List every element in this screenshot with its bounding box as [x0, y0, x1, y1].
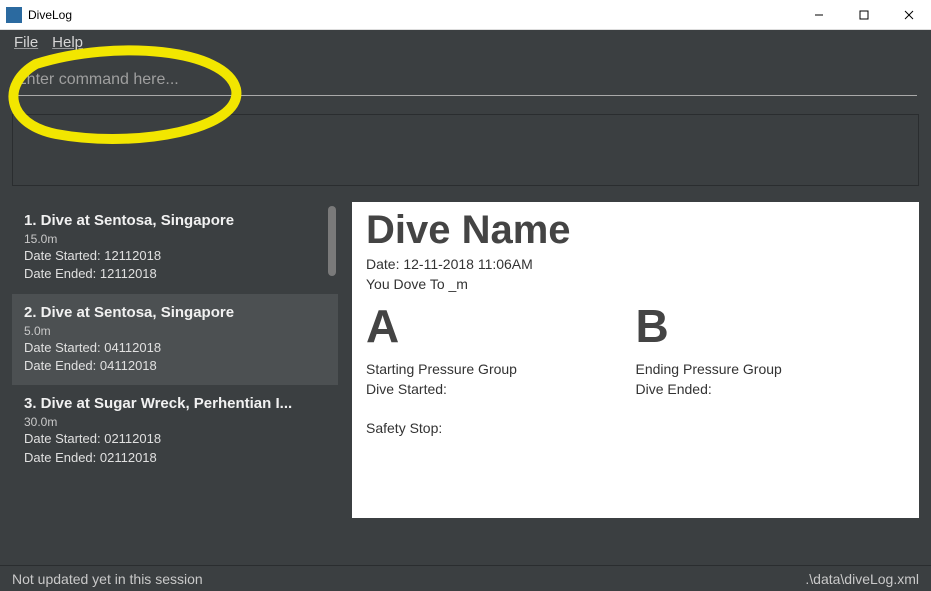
dive-started: Dive Started:	[366, 379, 636, 399]
content: 1. Dive at Sentosa, Singapore 15.0m Date…	[0, 194, 931, 518]
list-item-title: 3. Dive at Sugar Wreck, Perhentian I...	[24, 395, 326, 412]
menu-help[interactable]: Help	[52, 34, 83, 51]
detail-col-a: A	[366, 300, 636, 353]
menu-file[interactable]: File	[14, 34, 38, 51]
list-item-date-ended: Date Ended: 04112018	[24, 357, 326, 375]
list-item[interactable]: 3. Dive at Sugar Wreck, Perhentian I... …	[12, 385, 338, 477]
list-item-title: 2. Dive at Sentosa, Singapore	[24, 304, 326, 321]
dive-list[interactable]: 1. Dive at Sentosa, Singapore 15.0m Date…	[12, 202, 338, 518]
statusbar: Not updated yet in this session .\data\d…	[0, 565, 931, 591]
start-pg-label: Starting Pressure Group	[366, 359, 636, 379]
command-input[interactable]	[14, 65, 917, 96]
list-item-date-ended: Date Ended: 12112018	[24, 265, 326, 283]
window-controls	[796, 0, 931, 29]
pressure-group-b: B	[636, 300, 906, 353]
list-item-date-started: Date Started: 02112018	[24, 430, 326, 448]
list-item-depth: 30.0m	[24, 414, 326, 430]
minimize-button[interactable]	[796, 0, 841, 29]
maximize-button[interactable]	[841, 0, 886, 29]
command-area	[0, 55, 931, 100]
detail-labels: Starting Pressure Group Dive Started: Sa…	[366, 359, 905, 438]
status-right: .\data\diveLog.xml	[805, 571, 919, 587]
detail-depth: You Dove To _m	[366, 275, 905, 295]
detail-title: Dive Name	[366, 208, 905, 253]
list-item-date-ended: Date Ended: 02112018	[24, 449, 326, 467]
result-box	[12, 114, 919, 186]
detail-right-col: Ending Pressure Group Dive Ended:	[636, 359, 906, 438]
app-icon	[6, 7, 22, 23]
status-left: Not updated yet in this session	[12, 571, 203, 587]
list-item-depth: 5.0m	[24, 323, 326, 339]
list-item-date-started: Date Started: 04112018	[24, 339, 326, 357]
close-button[interactable]	[886, 0, 931, 29]
window-title: DiveLog	[28, 8, 72, 22]
detail-date: Date: 12-11-2018 11:06AM	[366, 255, 905, 275]
detail-left-col: Starting Pressure Group Dive Started: Sa…	[366, 359, 636, 438]
dive-ended: Dive Ended:	[636, 379, 906, 399]
list-item[interactable]: 2. Dive at Sentosa, Singapore 5.0m Date …	[12, 294, 338, 386]
list-item-date-started: Date Started: 12112018	[24, 247, 326, 265]
list-item-title: 1. Dive at Sentosa, Singapore	[24, 212, 326, 229]
list-item-depth: 15.0m	[24, 231, 326, 247]
safety-stop: Safety Stop:	[366, 418, 636, 438]
list-item[interactable]: 1. Dive at Sentosa, Singapore 15.0m Date…	[12, 202, 338, 294]
pressure-group-a: A	[366, 300, 636, 353]
end-pg-label: Ending Pressure Group	[636, 359, 906, 379]
detail-col-b: B	[636, 300, 906, 353]
titlebar-left: DiveLog	[6, 7, 72, 23]
list-scrollbar[interactable]	[328, 206, 336, 276]
detail-panel: Dive Name Date: 12-11-2018 11:06AM You D…	[352, 202, 919, 518]
detail-groups: A B	[366, 300, 905, 353]
titlebar: DiveLog	[0, 0, 931, 30]
menubar: File Help	[0, 30, 931, 55]
